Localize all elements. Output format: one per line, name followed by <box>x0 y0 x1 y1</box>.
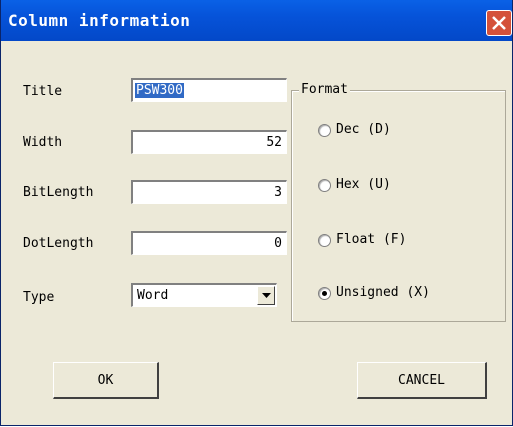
ok-button[interactable]: OK <box>53 362 159 399</box>
width-input[interactable]: 52 <box>131 130 287 154</box>
bitlength-input[interactable]: 3 <box>131 180 287 204</box>
radio-unsigned[interactable] <box>318 287 331 300</box>
column-information-dialog: Column information Title PSW300 Width 52… <box>0 0 513 426</box>
width-label: Width <box>23 135 63 150</box>
cancel-button[interactable]: CANCEL <box>357 362 487 399</box>
title-label: Title <box>23 84 63 99</box>
title-input-value: PSW300 <box>135 83 184 98</box>
width-input-value: 52 <box>266 135 282 150</box>
dropdown-button[interactable] <box>257 286 275 305</box>
cancel-button-label: CANCEL <box>398 372 445 388</box>
dotlength-input-value: 0 <box>274 236 282 251</box>
chevron-down-icon <box>262 293 271 298</box>
radio-float-label[interactable]: Float (F) <box>336 232 406 247</box>
close-button[interactable] <box>486 10 512 36</box>
radio-hex-label[interactable]: Hex (U) <box>336 177 391 192</box>
radio-float[interactable] <box>318 234 331 247</box>
close-icon <box>492 16 506 30</box>
radio-unsigned-label[interactable]: Unsigned (X) <box>336 285 430 300</box>
title-bar[interactable]: Column information <box>1 0 512 41</box>
window-title: Column information <box>8 11 191 30</box>
type-select-value: Word <box>137 288 169 303</box>
format-legend: Format <box>299 82 350 97</box>
type-label: Type <box>23 290 55 305</box>
dotlength-input[interactable]: 0 <box>131 231 287 255</box>
radio-dec-label[interactable]: Dec (D) <box>336 122 391 137</box>
radio-dec[interactable] <box>318 124 331 137</box>
dotlength-label: DotLength <box>23 236 94 251</box>
bitlength-label: BitLength <box>23 185 94 200</box>
bitlength-input-value: 3 <box>274 185 282 200</box>
title-input[interactable]: PSW300 <box>131 78 287 102</box>
radio-selected-dot <box>322 291 327 296</box>
ok-button-label: OK <box>97 372 114 388</box>
radio-hex[interactable] <box>318 179 331 192</box>
type-select[interactable]: Word <box>131 283 277 307</box>
